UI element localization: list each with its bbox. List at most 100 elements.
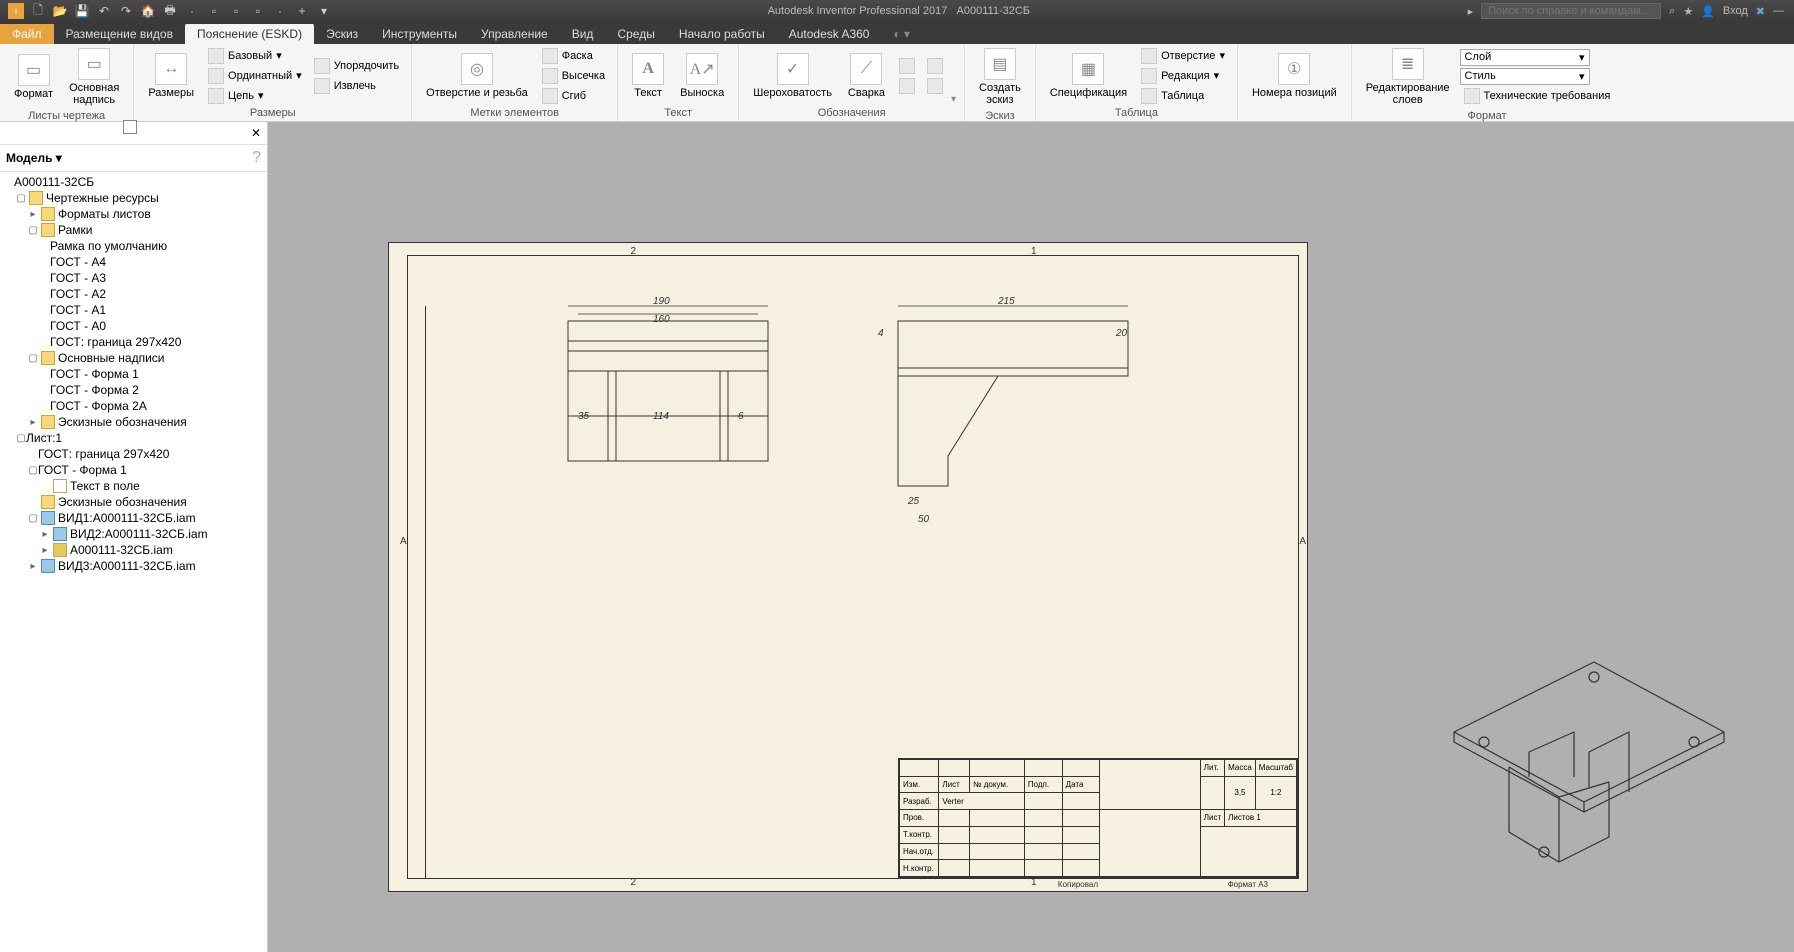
drawing-canvas[interactable]: 2 1 2 1 А А: [268, 122, 1794, 952]
tab-sketch[interactable]: Эскиз: [314, 24, 370, 44]
tree-view3[interactable]: ▸ВИД3:А000111-32СБ.iam: [0, 558, 267, 574]
tab-getstarted[interactable]: Начало работы: [667, 24, 777, 44]
surface-button[interactable]: ✓Шероховатость: [747, 51, 838, 101]
tree-title-item[interactable]: ГОСТ - Форма 2А: [0, 398, 267, 414]
table-button[interactable]: Таблица: [1137, 87, 1229, 105]
search-icon[interactable]: ⌕: [1669, 5, 1675, 18]
side-stamp: [408, 306, 426, 878]
bend-button[interactable]: Сгиб: [538, 87, 609, 105]
layer-combo[interactable]: Слой▾: [1460, 49, 1590, 66]
tab-annotation[interactable]: Пояснение (ESKD): [185, 24, 314, 44]
tree-text-field[interactable]: Текст в поле: [0, 478, 267, 494]
text-button[interactable]: AТекст: [626, 51, 670, 101]
tab-view[interactable]: Вид: [560, 24, 606, 44]
open-icon[interactable]: 📂: [52, 3, 68, 19]
dimension-button[interactable]: ↔Размеры: [142, 51, 200, 101]
login-label[interactable]: Вход: [1723, 5, 1748, 17]
qat-sep: ·: [184, 3, 200, 19]
ordinate-button[interactable]: Ординатный ▾: [204, 67, 306, 85]
tab-environments[interactable]: Среды: [605, 24, 666, 44]
hole-table-button[interactable]: Отверстие ▾: [1137, 47, 1229, 65]
tree-root[interactable]: А000111-32СБ: [0, 174, 267, 190]
undo-icon[interactable]: ↶: [96, 3, 112, 19]
sym-small-2[interactable]: [895, 77, 919, 95]
tree-frame-item[interactable]: Рамка по умолчанию: [0, 238, 267, 254]
browser-help-icon[interactable]: ?: [252, 149, 261, 167]
symbols-expand[interactable]: ▾: [951, 94, 956, 105]
chamfer-button[interactable]: Фаска: [538, 47, 609, 65]
ribbon: ▭Формат ▭Основная надпись Листы чертежа …: [0, 44, 1794, 122]
arrange-button[interactable]: Упорядочить: [310, 57, 403, 75]
qat-more[interactable]: ▾: [316, 3, 332, 19]
sym-small-3[interactable]: [923, 57, 947, 75]
format-button[interactable]: ▭Формат: [8, 52, 59, 102]
tree-sheet-item[interactable]: ▢ГОСТ - Форма 1: [0, 462, 267, 478]
tree-frame-item[interactable]: ГОСТ - А4: [0, 254, 267, 270]
tree-titleblocks[interactable]: ▢Основные надписи: [0, 350, 267, 366]
save-icon[interactable]: 💾: [74, 3, 90, 19]
baseline-button[interactable]: Базовый ▾: [204, 47, 306, 65]
help-arrow-icon[interactable]: ▸: [1468, 5, 1474, 18]
qat-btn2[interactable]: ▫: [228, 3, 244, 19]
minimize-icon[interactable]: —: [1773, 5, 1784, 17]
qat-btn3[interactable]: ▫: [250, 3, 266, 19]
tab-file[interactable]: Файл: [0, 24, 54, 44]
zone-mark: 2: [631, 246, 637, 257]
sym-small-1[interactable]: [895, 57, 919, 75]
tree-frame-item[interactable]: ГОСТ - А2: [0, 286, 267, 302]
tab-extra-icon[interactable]: ◐ ▾: [881, 24, 922, 44]
balloon-button[interactable]: ①Номера позиций: [1246, 51, 1343, 101]
title-block-button[interactable]: ▭Основная надпись: [63, 46, 125, 108]
tree-assembly[interactable]: ▸А000111-32СБ.iam: [0, 542, 267, 558]
browser-close-icon[interactable]: ✕: [251, 126, 261, 140]
tab-a360[interactable]: Autodesk A360: [777, 24, 882, 44]
tree-sheet-item[interactable]: ГОСТ: граница 297х420: [0, 446, 267, 462]
dim-20: 20: [1116, 328, 1127, 339]
tree-title-item[interactable]: ГОСТ - Форма 2: [0, 382, 267, 398]
tree-sheet1[interactable]: ▢Лист:1: [0, 430, 267, 446]
model-tree[interactable]: А000111-32СБ ▢Чертежные ресурсы ▸Форматы…: [0, 172, 267, 952]
tree-view2[interactable]: ▸ВИД2:А000111-32СБ.iam: [0, 526, 267, 542]
tree-formats[interactable]: ▸Форматы листов: [0, 206, 267, 222]
qat-plus[interactable]: +: [294, 3, 310, 19]
tree-sheet-item[interactable]: Эскизные обозначения: [0, 494, 267, 510]
tab-views[interactable]: Размещение видов: [54, 24, 185, 44]
style-combo[interactable]: Стиль▾: [1460, 68, 1590, 85]
revision-button[interactable]: Редакция ▾: [1137, 67, 1229, 85]
title-bar: I 🗋 📂 💾 ↶ ↷ 🏠 🖶 · ▫ ▫ ▫ · + ▾ Autodesk I…: [0, 0, 1794, 22]
redo-icon[interactable]: ↷: [118, 3, 134, 19]
qat-btn[interactable]: ▫: [206, 3, 222, 19]
tree-frame-item[interactable]: ГОСТ - А1: [0, 302, 267, 318]
extract-button[interactable]: Извлечь: [310, 77, 403, 95]
create-sketch-button[interactable]: ▤Создать эскиз: [973, 46, 1027, 108]
tab-tools[interactable]: Инструменты: [370, 24, 469, 44]
app-exchange-icon[interactable]: ✖: [1756, 5, 1765, 18]
home-icon[interactable]: 🏠: [140, 3, 156, 19]
tree-title-item[interactable]: ГОСТ - Форма 1: [0, 366, 267, 382]
browser-title[interactable]: Модель ▾: [6, 151, 62, 165]
new-icon[interactable]: 🗋: [30, 3, 46, 19]
edit-layers-button[interactable]: ≣Редактирование слоев: [1360, 46, 1456, 108]
punch-button[interactable]: Высечка: [538, 67, 609, 85]
view-side: [888, 296, 1138, 536]
print-icon[interactable]: 🖶: [162, 3, 178, 19]
tree-frames[interactable]: ▢Рамки: [0, 222, 267, 238]
tree-sketched-symbols[interactable]: ▸Эскизные обозначения: [0, 414, 267, 430]
bom-button[interactable]: ▦Спецификация: [1044, 51, 1133, 101]
help-search-input[interactable]: [1481, 3, 1661, 19]
tree-view1[interactable]: ▢ВИД1:А000111-32СБ.iam: [0, 510, 267, 526]
hole-thread-button[interactable]: ◎Отверстие и резьба: [420, 51, 534, 101]
user-icon[interactable]: 👤: [1701, 5, 1715, 18]
weld-button[interactable]: ⟋Сварка: [842, 51, 891, 101]
tech-req-button[interactable]: Технические требования: [1460, 87, 1615, 105]
tree-frame-item[interactable]: ГОСТ - А3: [0, 270, 267, 286]
format-label: Формат А3: [1228, 880, 1268, 889]
tree-frame-item[interactable]: ГОСТ - А0: [0, 318, 267, 334]
tree-frame-item[interactable]: ГОСТ: граница 297х420: [0, 334, 267, 350]
sym-small-4[interactable]: [923, 77, 947, 95]
star-icon[interactable]: ★: [1683, 5, 1693, 18]
chain-button[interactable]: Цепь ▾: [204, 87, 306, 105]
tab-manage[interactable]: Управление: [469, 24, 560, 44]
tree-resources[interactable]: ▢Чертежные ресурсы: [0, 190, 267, 206]
leader-button[interactable]: A↗Выноска: [674, 51, 730, 101]
